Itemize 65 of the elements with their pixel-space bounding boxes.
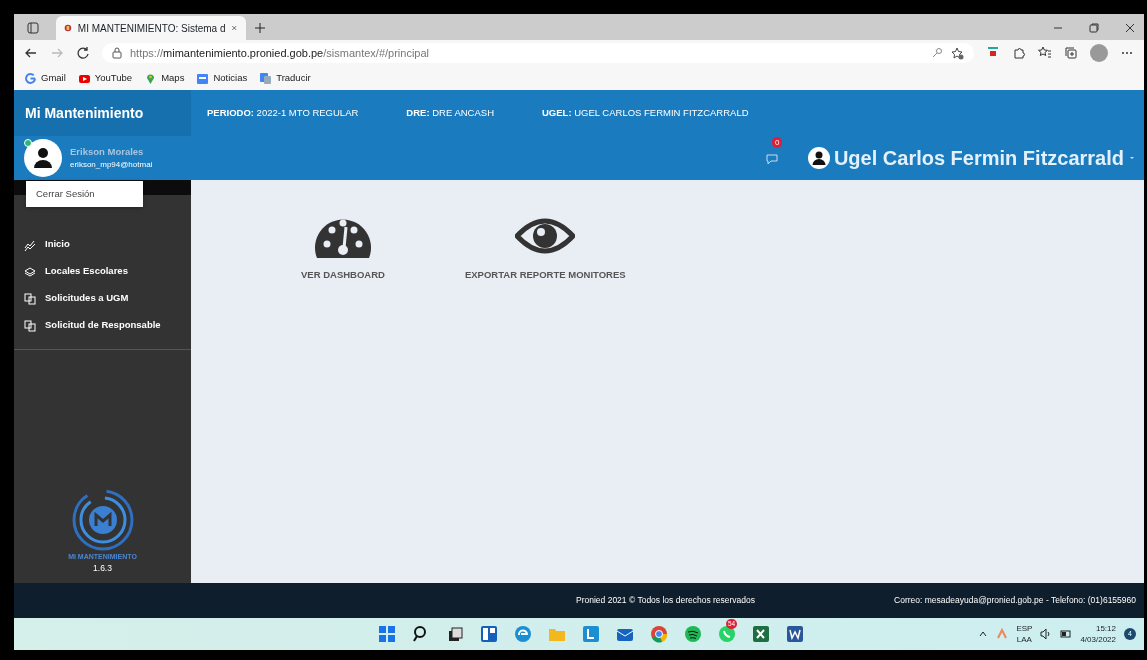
word-icon[interactable] [786, 625, 804, 643]
excel-icon[interactable] [752, 625, 770, 643]
close-icon[interactable] [231, 23, 238, 33]
header-info: PERIODO: 2022-1 MTO REGULAR [207, 105, 359, 120]
key-icon[interactable] [931, 47, 943, 59]
address-field[interactable]: https://mimantenimiento.pronied.gob.pe/sismantex/#/principal [102, 43, 974, 63]
app-logo [70, 487, 135, 552]
bookmark-link[interactable]: YouTube [77, 70, 133, 86]
google-icon [24, 71, 37, 85]
user-avatar-icon [24, 139, 62, 177]
profile-avatar[interactable] [1090, 44, 1108, 62]
clock[interactable]: 15:12 4/03/2022 [1080, 623, 1116, 645]
layers-icon [24, 265, 36, 278]
user-avatar-icon [807, 147, 830, 169]
browser-icon[interactable] [514, 625, 532, 643]
chrome-icon[interactable] [650, 625, 668, 643]
copyright-text: Pronied 2021 © Todos los derechos reservados [576, 594, 756, 607]
copy-icon [24, 319, 36, 332]
copy-icon [24, 292, 36, 305]
new-tab-icon[interactable] [254, 22, 266, 34]
restore-icon[interactable] [1088, 22, 1100, 34]
start-icon[interactable] [378, 625, 396, 643]
back-icon[interactable] [24, 46, 38, 60]
app-brand[interactable]: Mi Mantenimiento [14, 90, 191, 136]
notification-badge: 0 [771, 137, 783, 148]
header-info: DRE: DRE ANCASH [406, 105, 494, 120]
crest-icon [64, 22, 72, 34]
lock-icon [112, 47, 122, 59]
translate-icon [259, 71, 273, 85]
bookmark-link[interactable]: Noticias [196, 70, 248, 86]
action-tile[interactable]: EXPORTAR REPORTE MONITORES [464, 210, 626, 583]
user-email: erikson_mp94@hotmai [70, 159, 153, 172]
sidebar-item[interactable]: Inicio [14, 231, 191, 258]
chevron-up-icon[interactable] [978, 629, 989, 639]
spotify-icon[interactable] [684, 625, 702, 643]
task-view-icon[interactable] [446, 625, 464, 643]
header-info: UGEL: UGEL CARLOS FERMIN FITZCARRALD [542, 105, 749, 120]
sidebar-item[interactable]: Locales Escolares [14, 258, 191, 285]
newspaper-icon [196, 71, 210, 85]
caret-icon[interactable] [1128, 154, 1136, 162]
battery-icon[interactable] [1060, 628, 1073, 640]
bookmark-link[interactable]: Maps [144, 70, 185, 86]
widgets-icon[interactable] [480, 625, 498, 643]
bookmark-link[interactable]: Gmail [24, 70, 66, 86]
letter-l-app-icon[interactable] [582, 625, 600, 643]
close-icon[interactable] [1124, 22, 1136, 34]
user-name: Erikson Morales [70, 144, 145, 159]
reload-icon[interactable] [76, 46, 90, 60]
puzzle-icon[interactable] [1012, 46, 1026, 60]
favorite-add-icon[interactable] [951, 46, 964, 60]
sidebar-item[interactable]: Solicitud de Responsable [14, 312, 191, 339]
chat-icon[interactable] [765, 152, 778, 165]
tab-actions-icon[interactable] [26, 21, 40, 35]
sidebar-item[interactable]: Solicitudes a UGM [14, 285, 191, 312]
contact-text: Correo: mesadeayuda@pronied.gob.pe - Telefono: (01)6155960 [894, 594, 1136, 607]
speaker-icon[interactable] [1040, 628, 1053, 640]
favorites-icon[interactable] [1038, 46, 1052, 60]
action-tile[interactable]: VER DASHBOARD [301, 210, 385, 583]
whatsapp-icon[interactable] [718, 625, 736, 643]
collections-icon[interactable] [1064, 46, 1078, 60]
bookmark-link[interactable]: Traducir [259, 70, 311, 86]
language-indicator[interactable]: ESP LAA [1016, 623, 1033, 645]
account-menu[interactable]: Ugel Carlos Fermin Fitzcarrald [833, 143, 1124, 173]
version-text: 1.6.3 [93, 562, 112, 575]
chart-line-icon [24, 238, 36, 251]
